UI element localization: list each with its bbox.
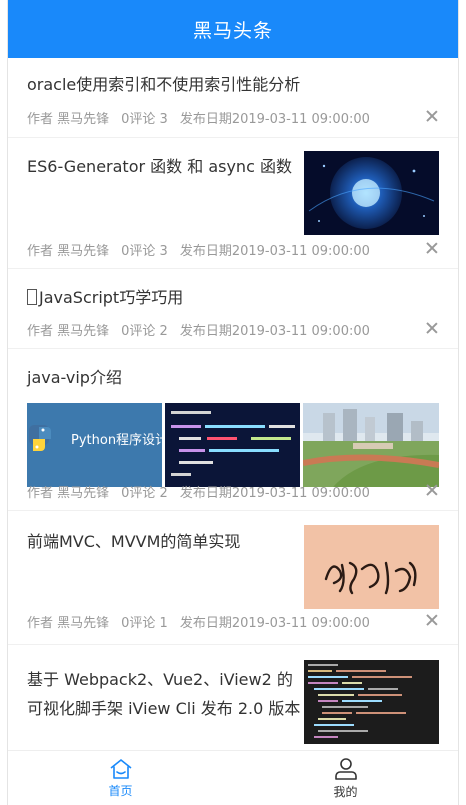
article-date: 发布日期2019-03-11 09:00:00	[179, 324, 370, 339]
article-meta: 作者 黑马先锋 0评论 2 发布日期2019-03-11 09:00:00	[27, 320, 370, 339]
close-icon[interactable]	[426, 614, 438, 626]
tab-home-label: 首页	[108, 783, 133, 798]
close-icon[interactable]	[426, 322, 438, 334]
article-date: 发布日期2019-03-11 09:00:00	[179, 112, 370, 127]
article-author: 作者 黑马先锋	[27, 112, 110, 127]
article-thumbnail	[304, 525, 439, 609]
article-meta: 作者 黑马先锋 0评论 1 发布日期2019-03-11 09:00:00	[27, 612, 370, 631]
article-item[interactable]: 前端MVC、MVVM的简单实现 作者 黑马先锋 0评论 1 发布日期2019-0…	[8, 511, 458, 645]
article-author: 作者 黑马先锋	[27, 486, 110, 501]
tab-home[interactable]: 首页	[8, 751, 233, 805]
article-list[interactable]: oracle使用索引和不使用索引性能分析 作者 黑马先锋 0评论 3 发布日期2…	[8, 58, 458, 765]
article-comments: 0评论 3	[121, 112, 168, 127]
article-comments: 0评论 1	[121, 616, 168, 631]
unknown-glyph-icon	[27, 289, 37, 305]
home-icon	[110, 758, 131, 779]
article-item[interactable]: ES6-Generator 函数 和 async 函数 作者 黑马先锋 0评论 …	[8, 138, 458, 269]
article-thumbnail	[303, 403, 439, 487]
article-title: 前端MVC、MVVM的简单实现	[27, 532, 241, 551]
article-item[interactable]: oracle使用索引和不使用索引性能分析 作者 黑马先锋 0评论 3 发布日期2…	[8, 58, 458, 138]
tab-mine-label: 我的	[333, 784, 358, 799]
article-comments: 0评论 2	[121, 486, 168, 501]
article-date: 发布日期2019-03-11 09:00:00	[179, 616, 370, 631]
close-icon[interactable]	[426, 110, 438, 122]
article-thumbnail	[165, 403, 300, 487]
article-item[interactable]: JavaScript巧学巧用 作者 黑马先锋 0评论 2 发布日期2019-03…	[8, 269, 458, 349]
article-item[interactable]: 基于 Webpack2、Vue2、iView2 的 可视化脚手架 iView C…	[8, 645, 458, 765]
page-title: 黑马头条	[192, 19, 273, 42]
app-header: 黑马头条	[8, 0, 458, 58]
article-thumbnail	[304, 151, 439, 235]
bottom-tabbar: 首页 我的	[8, 750, 458, 805]
article-title: 基于 Webpack2、Vue2、iView2 的 可视化脚手架 iView C…	[27, 670, 301, 718]
app-frame: 黑马头条 oracle使用索引和不使用索引性能分析 作者 黑马先锋 0评论 3 …	[8, 0, 458, 805]
article-comments: 0评论 3	[121, 244, 168, 259]
article-author: 作者 黑马先锋	[27, 244, 110, 259]
article-meta: 作者 黑马先锋 0评论 2 发布日期2019-03-11 09:00:00	[27, 482, 370, 501]
article-meta: 作者 黑马先锋 0评论 3 发布日期2019-03-11 09:00:00	[27, 240, 370, 259]
article-thumbnail: Python程序设计	[27, 403, 162, 487]
article-comments: 0评论 2	[121, 324, 168, 339]
article-title: java-vip介绍	[27, 368, 122, 387]
article-author: 作者 黑马先锋	[27, 324, 110, 339]
article-title: ES6-Generator 函数 和 async 函数	[27, 157, 292, 176]
tab-mine[interactable]: 我的	[233, 751, 458, 805]
user-icon	[334, 757, 357, 780]
article-thumbnail	[304, 660, 439, 744]
article-title: oracle使用索引和不使用索引性能分析	[27, 75, 301, 94]
thumbnail-caption: Python程序设计	[71, 433, 162, 448]
close-icon[interactable]	[426, 484, 438, 496]
article-author: 作者 黑马先锋	[27, 616, 110, 631]
article-item[interactable]: java-vip介绍 Python程序设计 作者 黑马先锋 0评论 2 发布日期…	[8, 349, 458, 511]
article-meta: 作者 黑马先锋 0评论 3 发布日期2019-03-11 09:00:00	[27, 108, 370, 127]
article-date: 发布日期2019-03-11 09:00:00	[179, 244, 370, 259]
close-icon[interactable]	[426, 242, 438, 254]
article-date: 发布日期2019-03-11 09:00:00	[179, 486, 370, 501]
article-title: JavaScript巧学巧用	[27, 285, 183, 311]
